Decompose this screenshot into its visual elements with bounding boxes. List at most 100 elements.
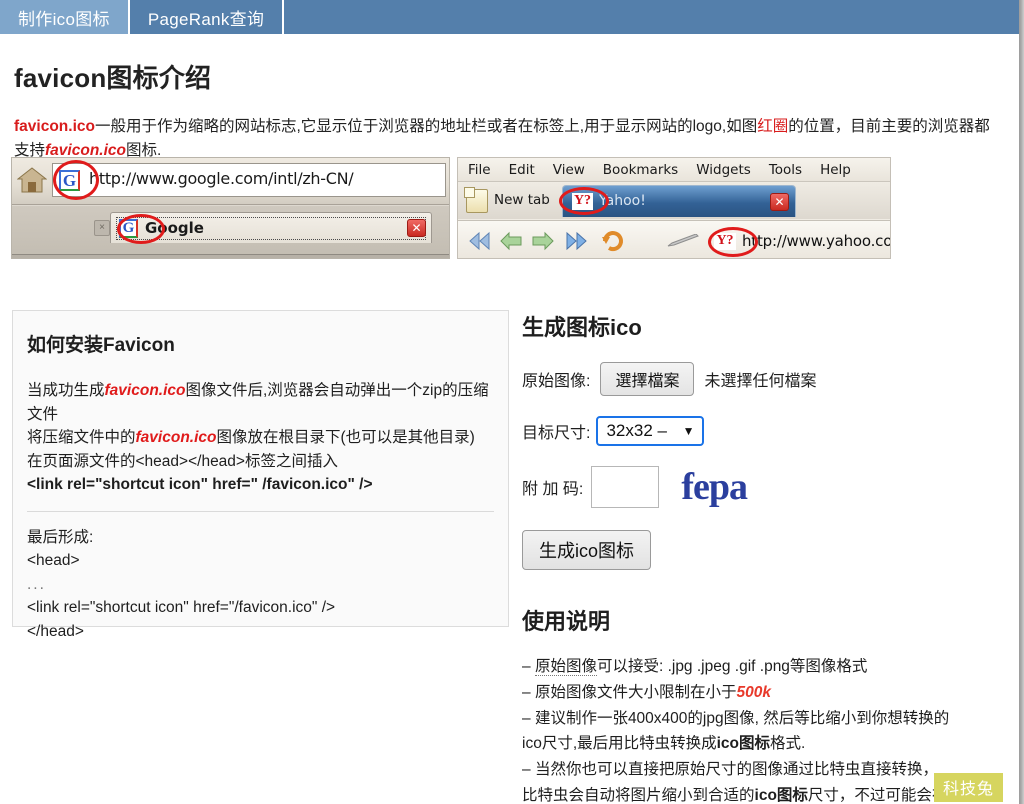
install-card-body: 当成功生成favicon.ico图像文件后,浏览器会自动弹出一个zip的压缩文件… bbox=[27, 379, 494, 497]
google-url-text: http://www.google.com/intl/zh-CN/ bbox=[89, 169, 354, 188]
final-example-line-3: <link rel="shortcut icon" href="/favicon… bbox=[27, 599, 336, 617]
usage-item-2-limit: 500k bbox=[736, 684, 771, 702]
watermark-badge: 科技兔 bbox=[933, 773, 1003, 802]
install-step-3: 在页面源文件的<head></head>标签之间插入 bbox=[27, 452, 338, 470]
chevron-down-icon: ▼ bbox=[682, 424, 695, 438]
install-step-1: 当成功生成favicon.ico图像文件后,浏览器会自动弹出一个zip的压缩文件 bbox=[27, 379, 494, 426]
generator-column: 生成图标ico 原始图像: 選擇檔案 未選擇任何檔案 目标尺寸: 32x32 –… bbox=[522, 310, 1002, 804]
generator-title: 生成图标ico bbox=[522, 315, 642, 340]
install-step-2-b: 图像放在根目录下(也可以是其他目录) bbox=[216, 429, 475, 447]
usage-item-1-rest: 可以接受: .jpg .jpeg .gif .png等图像格式 bbox=[596, 658, 868, 675]
final-example-line-1: <head> bbox=[27, 552, 80, 570]
page-content: favicon图标介绍 favicon.ico一般用于作为缩略的网站标志,它显示… bbox=[0, 34, 1019, 804]
usage-item-1: – 原始图像可以接受: .jpg .jpeg .gif .png等图像格式 bbox=[522, 654, 952, 679]
yahoo-tab-favicon-icon: Y? bbox=[572, 193, 593, 210]
usage-item-2-a: 原始图像文件大小限制在小于 bbox=[534, 684, 737, 702]
usage-item-4: – 当然你也可以直接把原始尺寸的图像通过比特虫直接转换，比特虫会自动将图片缩小到… bbox=[522, 757, 952, 804]
google-bottom-bar bbox=[12, 254, 449, 258]
intro-part2: 的位置， bbox=[788, 118, 851, 135]
install-card-divider bbox=[27, 510, 494, 512]
target-size-select[interactable]: 32x32 – ▼ bbox=[596, 416, 705, 446]
intro-strong: favicon.ico bbox=[14, 118, 95, 135]
intro-part1: 一般用于作为缩略的网站标志,它显示位于浏览器的地址栏或者在标签上,用于显示网站的… bbox=[94, 118, 758, 135]
yahoo-browser-screenshot: File Edit View Bookmarks Widgets Tools H… bbox=[457, 157, 891, 259]
yahoo-menubar: File Edit View Bookmarks Widgets Tools H… bbox=[458, 158, 890, 182]
menu-item-bookmarks[interactable]: Bookmarks bbox=[603, 162, 678, 178]
menu-item-help[interactable]: Help bbox=[820, 162, 851, 178]
google-tab-row: × G Google ✕ bbox=[12, 206, 449, 258]
tab-bar-filler bbox=[284, 0, 1019, 34]
yahoo-active-tab[interactable]: Y? Yahoo! ✕ bbox=[562, 185, 796, 217]
captcha-image: fepa bbox=[681, 466, 748, 508]
google-active-tab[interactable]: G Google ✕ bbox=[110, 212, 432, 243]
usage-item-2-dash: – bbox=[522, 684, 531, 702]
install-step-4-code: <link rel="shortcut icon" href=" /favico… bbox=[27, 476, 373, 494]
menu-item-file[interactable]: File bbox=[468, 162, 491, 178]
intro-red-word: 红圈 bbox=[757, 118, 789, 135]
usage-item-4-dash: – bbox=[522, 761, 531, 779]
yahoo-navigation-toolbar: Y? http://www.yahoo.com bbox=[458, 220, 891, 258]
usage-item-1-dash: – bbox=[522, 658, 531, 675]
usage-item-3: – 建议制作一张400x400的jpg图像, 然后等比缩小到你想转换的ico尺寸… bbox=[522, 706, 952, 756]
forward-arrow-icon[interactable] bbox=[530, 229, 556, 253]
menu-item-view[interactable]: View bbox=[553, 162, 585, 178]
usage-item-3-dash: – bbox=[522, 710, 531, 728]
menu-item-widgets[interactable]: Widgets bbox=[696, 162, 751, 178]
install-final-example: 最后形成: <head> ... <link rel="shortcut ico… bbox=[27, 526, 494, 644]
menu-item-tools[interactable]: Tools bbox=[769, 162, 802, 178]
menu-item-edit[interactable]: Edit bbox=[509, 162, 535, 178]
yahoo-tab-close-icon[interactable]: ✕ bbox=[770, 193, 789, 211]
usage-item-1-term: 原始图像 bbox=[534, 658, 597, 676]
final-example-line-4: </head> bbox=[27, 622, 84, 640]
yahoo-url-favicon-icon: Y? bbox=[714, 233, 736, 250]
back-arrow-icon[interactable] bbox=[498, 229, 524, 253]
page-title: favicon图标介绍 bbox=[14, 63, 212, 93]
google-inactive-tab-close-icon[interactable]: × bbox=[94, 220, 110, 236]
tab-make-ico[interactable]: 制作ico图标 bbox=[0, 0, 130, 34]
google-browser-screenshot: G http://www.google.com/intl/zh-CN/ × G … bbox=[11, 157, 450, 259]
install-favicon-card: 如何安装Favicon 当成功生成favicon.ico图像文件后,浏览器会自动… bbox=[12, 310, 509, 640]
target-size-label: 目标尺寸: bbox=[522, 425, 591, 442]
usage-item-3-b: ico图标 bbox=[716, 735, 771, 753]
new-tab-label[interactable]: New tab bbox=[494, 192, 550, 208]
usage-item-2: – 原始图像文件大小限制在小于500k bbox=[522, 680, 952, 705]
captcha-row: 附 加 码: fepa bbox=[522, 466, 1002, 508]
edit-pencil-icon[interactable] bbox=[666, 234, 702, 248]
install-step-1-filename: favicon.ico bbox=[104, 382, 186, 399]
yahoo-tab-row: New tab Y? Yahoo! ✕ bbox=[458, 183, 890, 219]
generate-ico-button[interactable]: 生成ico图标 bbox=[522, 530, 652, 570]
new-tab-icon[interactable] bbox=[464, 187, 488, 213]
final-example-title: 最后形成: bbox=[27, 528, 94, 546]
source-image-row: 原始图像: 選擇檔案 未選擇任何檔案 bbox=[522, 362, 1002, 396]
captcha-input[interactable] bbox=[591, 466, 660, 508]
google-tab-title: Google bbox=[145, 219, 204, 237]
tab-pagerank-query[interactable]: PageRank查询 bbox=[129, 0, 285, 34]
target-size-row: 目标尺寸: 32x32 – ▼ bbox=[522, 416, 1002, 446]
usage-item-4-b: ico图标 bbox=[754, 786, 808, 804]
google-url-field[interactable]: G http://www.google.com/intl/zh-CN/ bbox=[52, 163, 446, 197]
choose-file-button[interactable]: 選擇檔案 bbox=[600, 362, 695, 396]
google-tab-close-icon[interactable]: ✕ bbox=[407, 219, 426, 237]
install-step-2: 将压缩文件中的favicon.ico图像放在根目录下(也可以是其他目录) bbox=[27, 426, 494, 450]
home-icon bbox=[17, 167, 47, 193]
captcha-label: 附 加 码: bbox=[522, 481, 584, 498]
yahoo-url-text: http://www.yahoo.com bbox=[742, 232, 891, 250]
file-status-text: 未選擇任何檔案 bbox=[704, 373, 817, 390]
google-tab-favicon-icon: G bbox=[119, 219, 138, 238]
top-tab-bar: 制作ico图标 PageRank查询 bbox=[0, 0, 1019, 34]
tab-pagerank-query-label: PageRank查询 bbox=[147, 9, 265, 29]
source-image-label: 原始图像: bbox=[522, 373, 591, 390]
tab-make-ico-label: 制作ico图标 bbox=[18, 9, 110, 29]
reload-icon[interactable] bbox=[600, 229, 626, 253]
app-root: 制作ico图标 PageRank查询 favicon图标介绍 favicon.i… bbox=[0, 0, 1024, 804]
target-size-value: 32x32 – bbox=[606, 421, 667, 440]
usage-instructions-list: – 原始图像可以接受: .jpg .jpeg .gif .png等图像格式 – … bbox=[522, 654, 952, 804]
rewind-icon[interactable] bbox=[466, 229, 492, 253]
install-step-2-a: 将压缩文件中的 bbox=[27, 429, 136, 447]
google-favicon-icon: G bbox=[59, 170, 80, 191]
usage-section-title: 使用说明 bbox=[522, 609, 611, 634]
intro-paragraph: favicon.ico一般用于作为缩略的网站标志,它显示位于浏览器的地址栏或者在… bbox=[14, 115, 1005, 163]
fast-forward-icon[interactable] bbox=[564, 229, 590, 253]
install-card-title: 如何安装Favicon bbox=[27, 335, 175, 356]
yahoo-tab-title: Yahoo! bbox=[599, 193, 646, 209]
